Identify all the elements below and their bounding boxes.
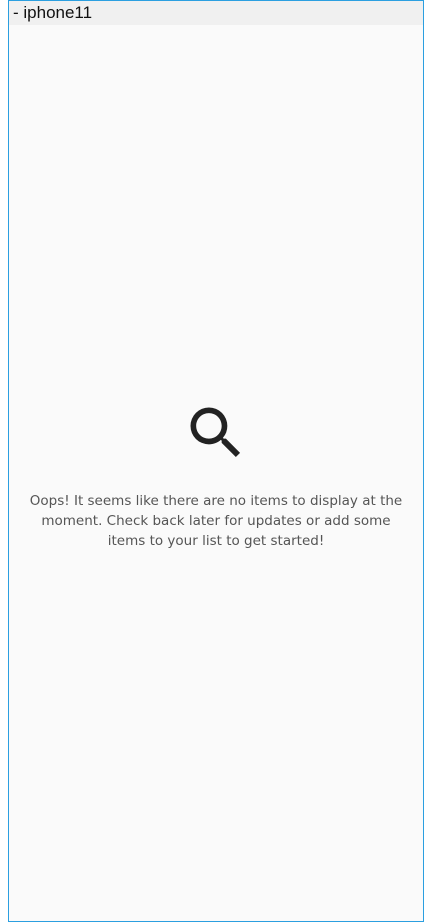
search-icon <box>190 407 241 458</box>
empty-state: Oops! It seems like there are no items t… <box>9 399 423 551</box>
device-label: - iphone11 <box>9 1 423 25</box>
device-frame: - iphone11 Oops! It seems like there are… <box>8 0 424 922</box>
empty-message: Oops! It seems like there are no items t… <box>29 493 403 549</box>
